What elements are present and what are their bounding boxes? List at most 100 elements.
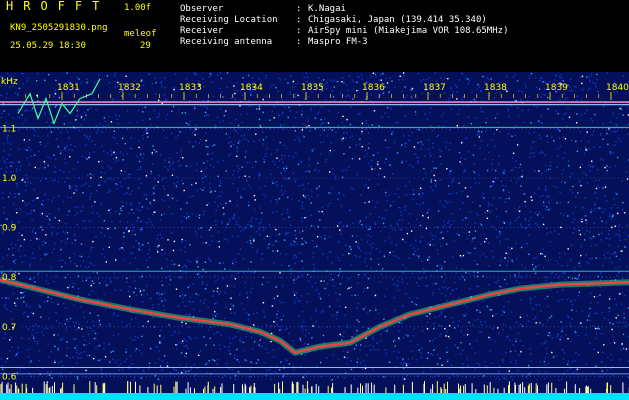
noise-speck (529, 156, 531, 159)
noise-speck (264, 155, 267, 158)
noise-speck (614, 165, 617, 167)
bottom-spike (587, 386, 588, 393)
noise-speck (236, 82, 238, 84)
noise-speck (498, 197, 501, 199)
noise-speck (571, 309, 573, 311)
noise-speck (209, 164, 212, 166)
noise-speck (426, 285, 429, 287)
noise-speck (188, 123, 190, 126)
noise-speck (209, 187, 211, 189)
noise-speck (254, 199, 256, 201)
noise-speck (384, 295, 386, 298)
noise-speck (462, 363, 464, 365)
noise-speck (227, 223, 229, 225)
noise-speck (581, 75, 584, 78)
noise-speck (154, 362, 157, 364)
noise-speck (474, 222, 477, 224)
noise-speck (116, 277, 118, 280)
noise-speck (417, 255, 420, 257)
noise-speck (481, 196, 483, 198)
noise-speck (0, 358, 2, 360)
noise-speck (401, 144, 403, 146)
noise-speck (594, 327, 597, 330)
noise-speck (528, 234, 530, 236)
noise-speck (198, 354, 200, 356)
noise-speck (452, 289, 454, 291)
noise-speck (238, 168, 241, 170)
noise-speck (157, 378, 159, 380)
noise-speck (602, 159, 604, 161)
noise-speck (431, 129, 434, 132)
noise-speck (128, 322, 131, 325)
y-tick-label: 0.6 (2, 372, 17, 382)
noise-speck (76, 212, 78, 214)
noise-speck (32, 325, 34, 327)
noise-speck (280, 277, 282, 279)
noise-speck (518, 216, 520, 218)
noise-speck (129, 355, 132, 357)
noise-speck (440, 77, 442, 79)
noise-speck (525, 376, 527, 378)
noise-speck (375, 248, 378, 250)
noise-speck (583, 239, 586, 241)
noise-speck (15, 259, 17, 261)
noise-speck (242, 77, 244, 79)
noise-speck (381, 116, 383, 118)
noise-speck (439, 311, 442, 313)
noise-speck (486, 217, 489, 219)
noise-speck (90, 192, 92, 195)
noise-speck (540, 252, 542, 255)
noise-speck (622, 278, 624, 280)
noise-speck (616, 275, 618, 277)
noise-speck (491, 163, 493, 165)
noise-speck (260, 218, 262, 220)
noise-speck (567, 338, 569, 340)
noise-speck (432, 238, 434, 241)
noise-speck (483, 300, 485, 302)
noise-speck (356, 330, 358, 332)
noise-speck (324, 238, 326, 240)
bottom-spike (622, 382, 624, 393)
noise-speck (566, 125, 568, 128)
noise-speck (449, 173, 451, 175)
noise-speck (142, 244, 144, 246)
noise-speck (168, 161, 170, 163)
noise-speck (53, 248, 55, 250)
noise-speck (343, 153, 345, 155)
noise-speck (518, 275, 521, 277)
noise-speck (201, 281, 204, 283)
noise-speck (181, 220, 183, 223)
noise-speck (545, 208, 547, 210)
noise-speck (337, 274, 340, 277)
noise-speck (314, 169, 316, 171)
noise-speck (30, 239, 32, 241)
noise-speck (103, 117, 106, 119)
noise-speck (439, 155, 441, 158)
noise-speck (112, 358, 114, 361)
noise-speck (132, 95, 134, 97)
noise-speck (97, 359, 100, 361)
noise-speck (229, 200, 231, 202)
bottom-spike (327, 385, 329, 393)
noise-speck (289, 93, 291, 95)
noise-speck (84, 111, 86, 114)
noise-speck (204, 261, 206, 263)
noise-speck (535, 266, 537, 268)
noise-speck (402, 264, 404, 266)
noise-speck (350, 264, 352, 266)
noise-speck (10, 161, 13, 163)
noise-speck (609, 322, 611, 324)
noise-speck (434, 316, 436, 318)
noise-speck (544, 94, 546, 97)
noise-speck (104, 356, 107, 358)
info-colon: : (296, 26, 302, 36)
noise-speck (620, 250, 622, 253)
noise-speck (539, 322, 541, 324)
noise-speck (342, 225, 345, 227)
noise-speck (516, 258, 518, 260)
noise-speck (37, 135, 39, 137)
noise-speck (283, 106, 286, 109)
noise-speck (282, 144, 285, 147)
noise-speck (418, 193, 420, 195)
noise-speck (243, 187, 245, 190)
